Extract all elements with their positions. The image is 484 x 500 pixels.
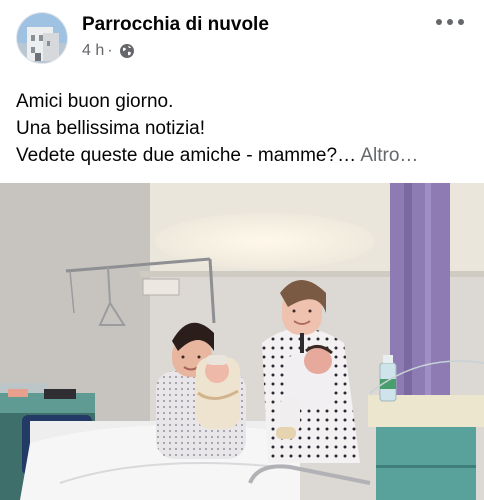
more-options-icon[interactable] xyxy=(436,14,464,30)
meta-separator: · xyxy=(107,42,113,59)
page-name-link[interactable]: Parrocchia di nuvole xyxy=(82,14,269,36)
dot-icon xyxy=(458,19,464,25)
dot-icon xyxy=(447,19,453,25)
post-text-line: Vedete queste due amiche - mamme?… Altro… xyxy=(16,142,476,169)
post-timestamp[interactable]: 4 h xyxy=(82,42,104,60)
hospital-room-photo xyxy=(0,183,484,500)
post-header: Parrocchia di nuvole 4 h · xyxy=(0,0,484,78)
dot-icon xyxy=(436,19,442,25)
church-building-avatar-image xyxy=(17,13,67,63)
post-photo[interactable] xyxy=(0,183,484,500)
see-more-link[interactable]: Altro… xyxy=(360,145,418,166)
post-text-line-content: Vedete queste due amiche - mamme?… xyxy=(16,145,357,166)
post-text: Amici buon giorno. Una bellissima notizi… xyxy=(16,88,476,169)
facebook-post: Parrocchia di nuvole 4 h · Amici buon gi… xyxy=(0,0,484,500)
page-avatar[interactable] xyxy=(16,12,68,64)
post-meta: 4 h · xyxy=(82,42,135,60)
globe-icon[interactable] xyxy=(119,43,135,59)
post-text-line: Amici buon giorno. xyxy=(16,91,174,112)
post-text-line: Una bellissima notizia! xyxy=(16,118,206,139)
